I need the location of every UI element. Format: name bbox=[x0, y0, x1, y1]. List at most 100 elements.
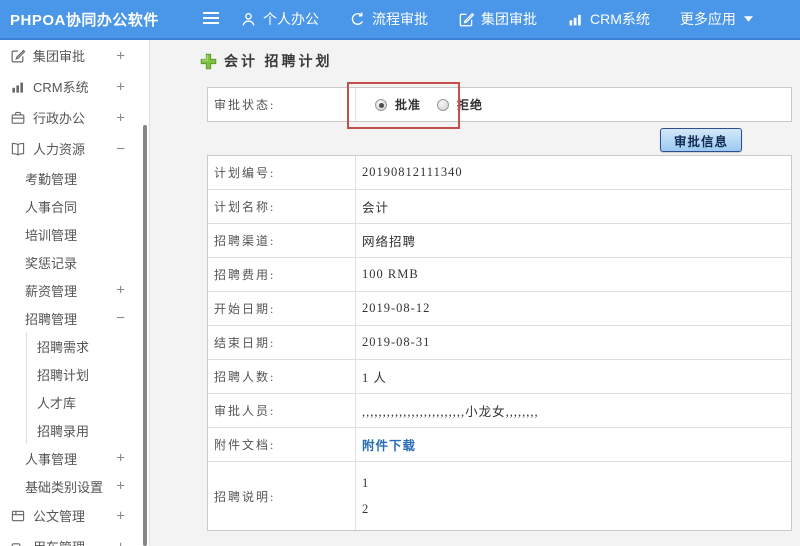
expand-toggle-icon[interactable]: + bbox=[116, 539, 125, 546]
sidebar-scrollbar[interactable] bbox=[143, 125, 147, 546]
sidebar-item-label: 用车管理 bbox=[33, 537, 85, 546]
radio-label: 拒绝 bbox=[457, 98, 484, 112]
field-label: 审批状态: bbox=[208, 88, 356, 121]
expand-toggle-icon[interactable]: + bbox=[116, 283, 125, 298]
sidebar-item-label: 集团审批 bbox=[33, 49, 86, 64]
field-value-line: 1 bbox=[362, 475, 370, 490]
field-label: 计划编号: bbox=[208, 156, 356, 189]
radio-option[interactable]: 拒绝 bbox=[437, 96, 483, 113]
expand-toggle-icon[interactable]: + bbox=[116, 79, 125, 94]
sidebar-item[interactable]: 公文管理 + bbox=[0, 500, 149, 531]
sidebar-item[interactable]: 人才库 bbox=[26, 388, 149, 416]
collapse-toggle-icon[interactable]: − bbox=[116, 141, 125, 156]
nav-item-label: 流程审批 bbox=[372, 11, 428, 27]
sidebar-item[interactable]: 人事合同 bbox=[0, 192, 149, 220]
field-row: 招聘渠道: 网络招聘 bbox=[208, 224, 791, 258]
sidebar-item[interactable]: 薪资管理 + bbox=[0, 276, 149, 304]
sidebar-item[interactable]: 招聘录用 bbox=[26, 416, 149, 444]
radio-selected-icon[interactable] bbox=[375, 98, 387, 111]
field-value: 1 人 bbox=[356, 360, 791, 393]
sidebar-item[interactable]: 奖惩记录 bbox=[0, 248, 149, 276]
book-icon bbox=[9, 141, 26, 157]
detail-table: 计划编号: 20190812111340 计划名称: 会计 招聘渠道: 网络招聘 招聘费用:… bbox=[207, 155, 792, 531]
expand-toggle-icon[interactable]: + bbox=[116, 508, 125, 523]
field-value-text: 1 人 bbox=[362, 371, 387, 385]
field-value: 12 bbox=[356, 462, 791, 530]
car-icon bbox=[9, 539, 26, 546]
button-row: 审批信息 bbox=[207, 122, 792, 155]
sidebar-item[interactable]: 用车管理 + bbox=[0, 531, 149, 546]
approval-info-button[interactable]: 审批信息 bbox=[659, 128, 742, 152]
sidebar-item[interactable]: CRM系统 + bbox=[0, 71, 149, 102]
field-value: 网络招聘 bbox=[356, 224, 791, 257]
main-content: 会计 招聘计划 审批状态: 批准 拒绝 审批信息 计划编号: 20190812111… bbox=[151, 40, 800, 546]
nav-item[interactable]: CRM系统 bbox=[567, 9, 650, 29]
sidebar-item[interactable]: 考勤管理 bbox=[0, 164, 149, 192]
app-logo: PHPOA协同办公软件 bbox=[10, 11, 159, 29]
field-value: 100 RMB bbox=[356, 258, 791, 291]
sidebar-item-label: 基础类别设置 bbox=[25, 479, 104, 495]
expand-toggle-icon[interactable]: + bbox=[116, 48, 125, 63]
field-value: 批准 拒绝 bbox=[356, 88, 791, 121]
attachment-download-link[interactable]: 附件下载 bbox=[362, 435, 416, 454]
sidebar-item-label: 人事合同 bbox=[25, 199, 78, 215]
radio-label: 批准 bbox=[395, 98, 422, 112]
sidebar-item[interactable]: 招聘管理 − bbox=[0, 304, 149, 332]
sidebar-item[interactable]: 培训管理 bbox=[0, 220, 149, 248]
edit-square-icon bbox=[9, 48, 26, 64]
sidebar-item-label: 公文管理 bbox=[33, 509, 86, 524]
sidebar-item-label: 考勤管理 bbox=[25, 171, 78, 187]
sidebar-item-label: 奖惩记录 bbox=[25, 255, 78, 271]
caret-down-icon bbox=[742, 16, 753, 22]
nav-item[interactable]: 流程审批 bbox=[349, 9, 428, 29]
bar-chart-icon bbox=[567, 11, 584, 28]
sidebar-item[interactable]: 人力资源 − bbox=[0, 133, 149, 164]
nav-item[interactable]: 个人办公 bbox=[240, 9, 319, 29]
sidebar-item-label: 招聘计划 bbox=[37, 367, 90, 383]
add-plus-icon bbox=[200, 53, 217, 70]
field-value-text: 会计 bbox=[362, 201, 390, 215]
field-row: 结束日期: 2019-08-31 bbox=[208, 326, 791, 360]
field-row: 审批状态: 批准 拒绝 bbox=[208, 88, 791, 121]
field-value: 会计 bbox=[356, 190, 791, 223]
field-value-text: 网络招聘 bbox=[362, 235, 417, 249]
sidebar-item-label: 人力资源 bbox=[33, 142, 86, 157]
field-value: ,,,,,,,,,,,,,,,,,,,,,,,,,小龙女,,,,,,,, bbox=[356, 394, 791, 427]
field-value: 2019-08-12 bbox=[356, 292, 791, 325]
page-title: 会计 招聘计划 bbox=[200, 51, 333, 71]
expand-toggle-icon[interactable]: + bbox=[116, 451, 125, 466]
field-row: 开始日期: 2019-08-12 bbox=[208, 292, 791, 326]
field-row: 招聘费用: 100 RMB bbox=[208, 258, 791, 292]
field-value-text: ,,,,,,,,,,,,,,,,,,,,,,,,,小龙女,,,,,,,, bbox=[362, 405, 539, 419]
field-label: 开始日期: bbox=[208, 292, 356, 325]
field-value-line: 2 bbox=[362, 501, 370, 516]
expand-toggle-icon[interactable]: + bbox=[116, 110, 125, 125]
nav-item[interactable]: 集团审批 bbox=[458, 9, 537, 29]
briefcase-icon bbox=[9, 110, 26, 126]
nav-item-label: CRM系统 bbox=[590, 11, 650, 27]
field-label: 招聘费用: bbox=[208, 258, 356, 291]
radio-option[interactable]: 批准 bbox=[375, 96, 421, 113]
sidebar-item[interactable]: 招聘需求 bbox=[26, 332, 149, 360]
approval-radio-group: 批准 拒绝 bbox=[362, 96, 483, 113]
sidebar-item[interactable]: 行政办公 + bbox=[0, 102, 149, 133]
expand-toggle-icon[interactable]: + bbox=[116, 479, 125, 494]
sidebar-item-label: 招聘管理 bbox=[25, 311, 78, 327]
nav-item-label: 更多应用 bbox=[679, 11, 736, 27]
field-value: 附件下载 bbox=[356, 428, 791, 461]
approval-status-table: 审批状态: 批准 拒绝 bbox=[207, 87, 792, 122]
sidebar-item-label: 薪资管理 bbox=[25, 283, 78, 299]
radio-unselected-icon[interactable] bbox=[437, 98, 450, 111]
sidebar-item[interactable]: 人事管理 + bbox=[0, 444, 149, 472]
field-label: 附件文档: bbox=[208, 428, 356, 461]
collapse-toggle-icon[interactable]: − bbox=[116, 311, 125, 326]
field-label: 结束日期: bbox=[208, 326, 356, 359]
sidebar-item[interactable]: 基础类别设置 + bbox=[0, 472, 149, 500]
field-row: 计划名称: 会计 bbox=[208, 190, 791, 224]
nav-item[interactable]: 更多应用 bbox=[680, 9, 753, 29]
sidebar-item[interactable]: 招聘计划 bbox=[26, 360, 149, 388]
hamburger-menu-icon[interactable] bbox=[202, 11, 222, 27]
field-label: 招聘说明: bbox=[208, 462, 356, 530]
field-row: 计划编号: 20190812111340 bbox=[208, 156, 791, 190]
sidebar-item[interactable]: 集团审批 + bbox=[0, 40, 149, 71]
